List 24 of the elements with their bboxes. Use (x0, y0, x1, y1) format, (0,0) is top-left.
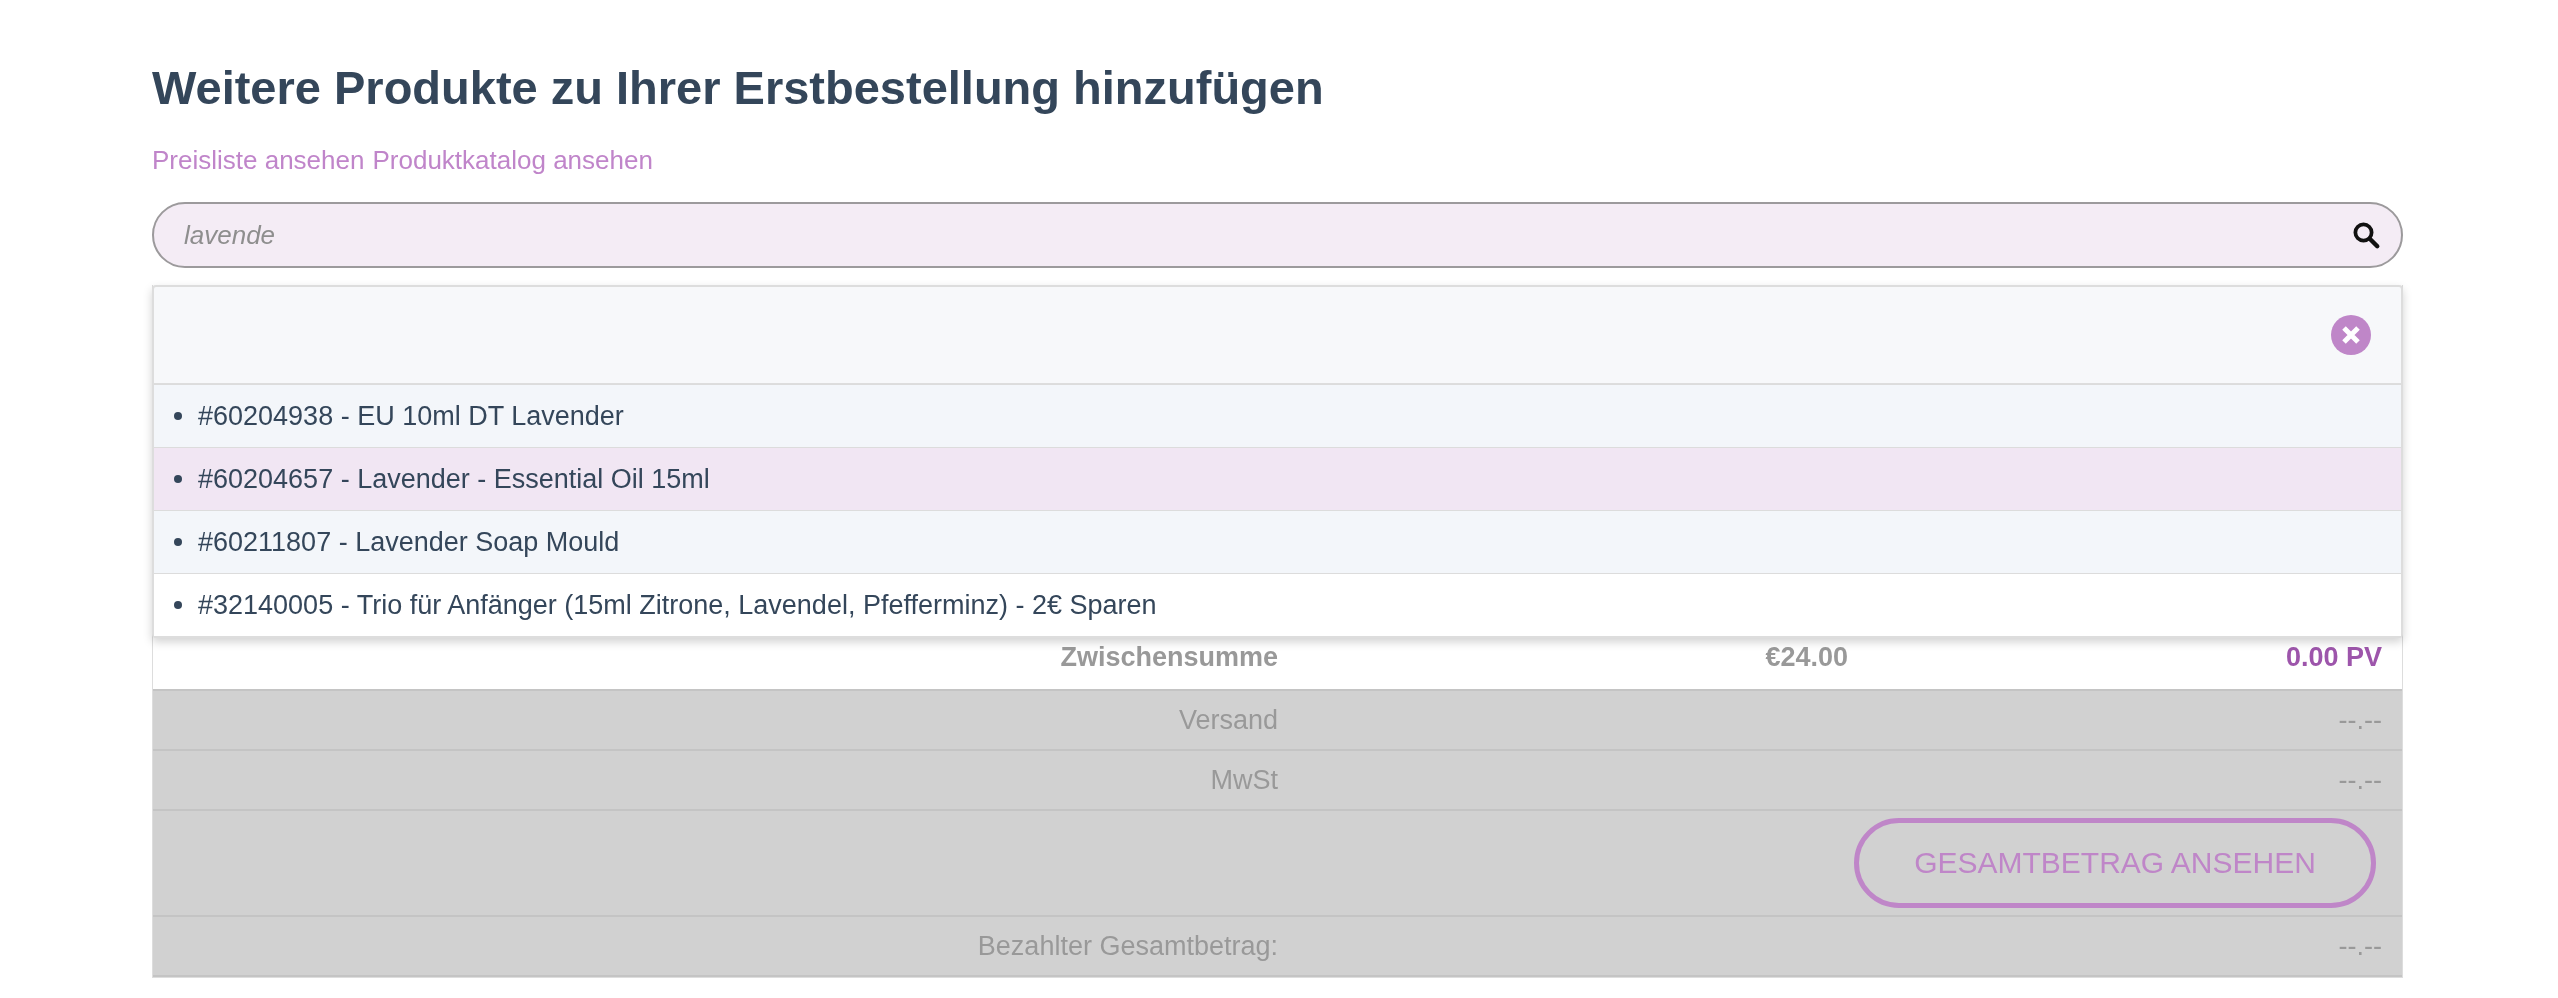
close-icon[interactable] (2331, 315, 2371, 355)
suggestion-item[interactable]: #32140005 - Trio für Anfänger (15ml Zitrone, Lavendel, Pfefferminz) - 2€ Sparen (154, 573, 2401, 636)
suggestion-text: #32140005 - Trio für Anfänger (15ml Zitrone, Lavendel, Pfefferminz) - 2€ Sparen (198, 589, 1157, 621)
summary-value: --.-- (2337, 930, 2383, 962)
search-icon[interactable] (2351, 220, 2381, 250)
summary-label: Versand (1177, 704, 1279, 736)
bullet-icon (174, 538, 182, 546)
suggestion-text: #60211807 - Lavender Soap Mould (198, 526, 620, 558)
bullet-icon (174, 412, 182, 420)
subtotal-price: €24.00 (1764, 641, 1849, 673)
summary-value: --.-- (2337, 704, 2383, 736)
bullet-icon (174, 475, 182, 483)
subtotal-points: 0.00 PV (2284, 641, 2383, 673)
summary-label: MwSt (1209, 764, 1279, 796)
subtotal-label: Zwischensumme (1059, 641, 1279, 673)
suggestion-text: #60204938 - EU 10ml DT Lavender (198, 400, 624, 432)
suggestion-item[interactable]: #60204657 - Lavender - Essential Oil 15ml (154, 447, 2401, 510)
summary-label: Bezahlter Gesamtbetrag: (976, 930, 1279, 962)
page-title: Weitere Produkte zu Ihrer Erstbestellung hinzufügen (152, 60, 1325, 116)
summary-value: --.-- (2337, 764, 2383, 796)
suggestion-item[interactable]: #60204938 - EU 10ml DT Lavender (154, 384, 2401, 447)
suggestion-text: #60204657 - Lavender - Essential Oil 15ml (198, 463, 710, 495)
bullet-icon (174, 601, 182, 609)
suggestion-item[interactable]: #60211807 - Lavender Soap Mould (154, 510, 2401, 573)
